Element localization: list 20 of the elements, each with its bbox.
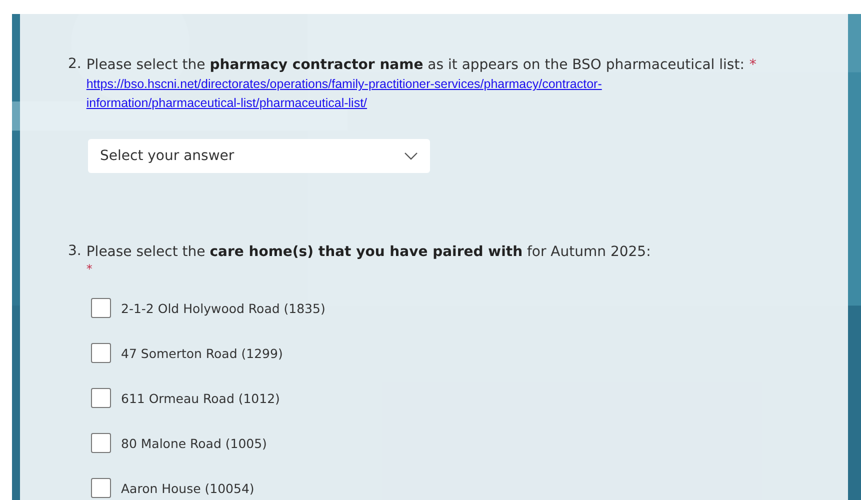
required-asterisk: * [86, 262, 92, 276]
question-number: 2. [68, 55, 82, 74]
checkbox[interactable] [91, 343, 111, 363]
checkbox[interactable] [91, 478, 111, 498]
chevron-down-icon [404, 152, 418, 160]
link[interactable]: https://bso.hscni.net/directorates/operations/family-practitioner-services/pharmacy/contractor- [86, 75, 602, 94]
question-text: Please select the pharmacy contractor name as it appears on the BSO pharmaceutical list: [86, 57, 744, 73]
option-label: 611 Ormeau Road (1012) [121, 390, 280, 406]
question-text: Please select the care home(s) that you have paired with for Autumn 2025: [86, 244, 651, 260]
required-asterisk: * [749, 57, 756, 73]
link[interactable]: information/pharmaceutical-list/pharmaceutical-list/ [86, 94, 368, 113]
option-label: Aaron House (10054) [121, 480, 254, 496]
option-label: 47 Somerton Road (1299) [121, 346, 283, 360]
question-number: 3. [68, 242, 82, 261]
checkbox[interactable] [91, 433, 111, 453]
option-label: 2-1-2 Old Holywood Road (1835) [121, 300, 326, 316]
option-label: 80 Malone Road (1005) [121, 436, 267, 450]
answer-dropdown[interactable]: Select your answer [88, 139, 430, 173]
checkbox[interactable] [91, 298, 111, 318]
checkbox[interactable] [91, 388, 111, 408]
